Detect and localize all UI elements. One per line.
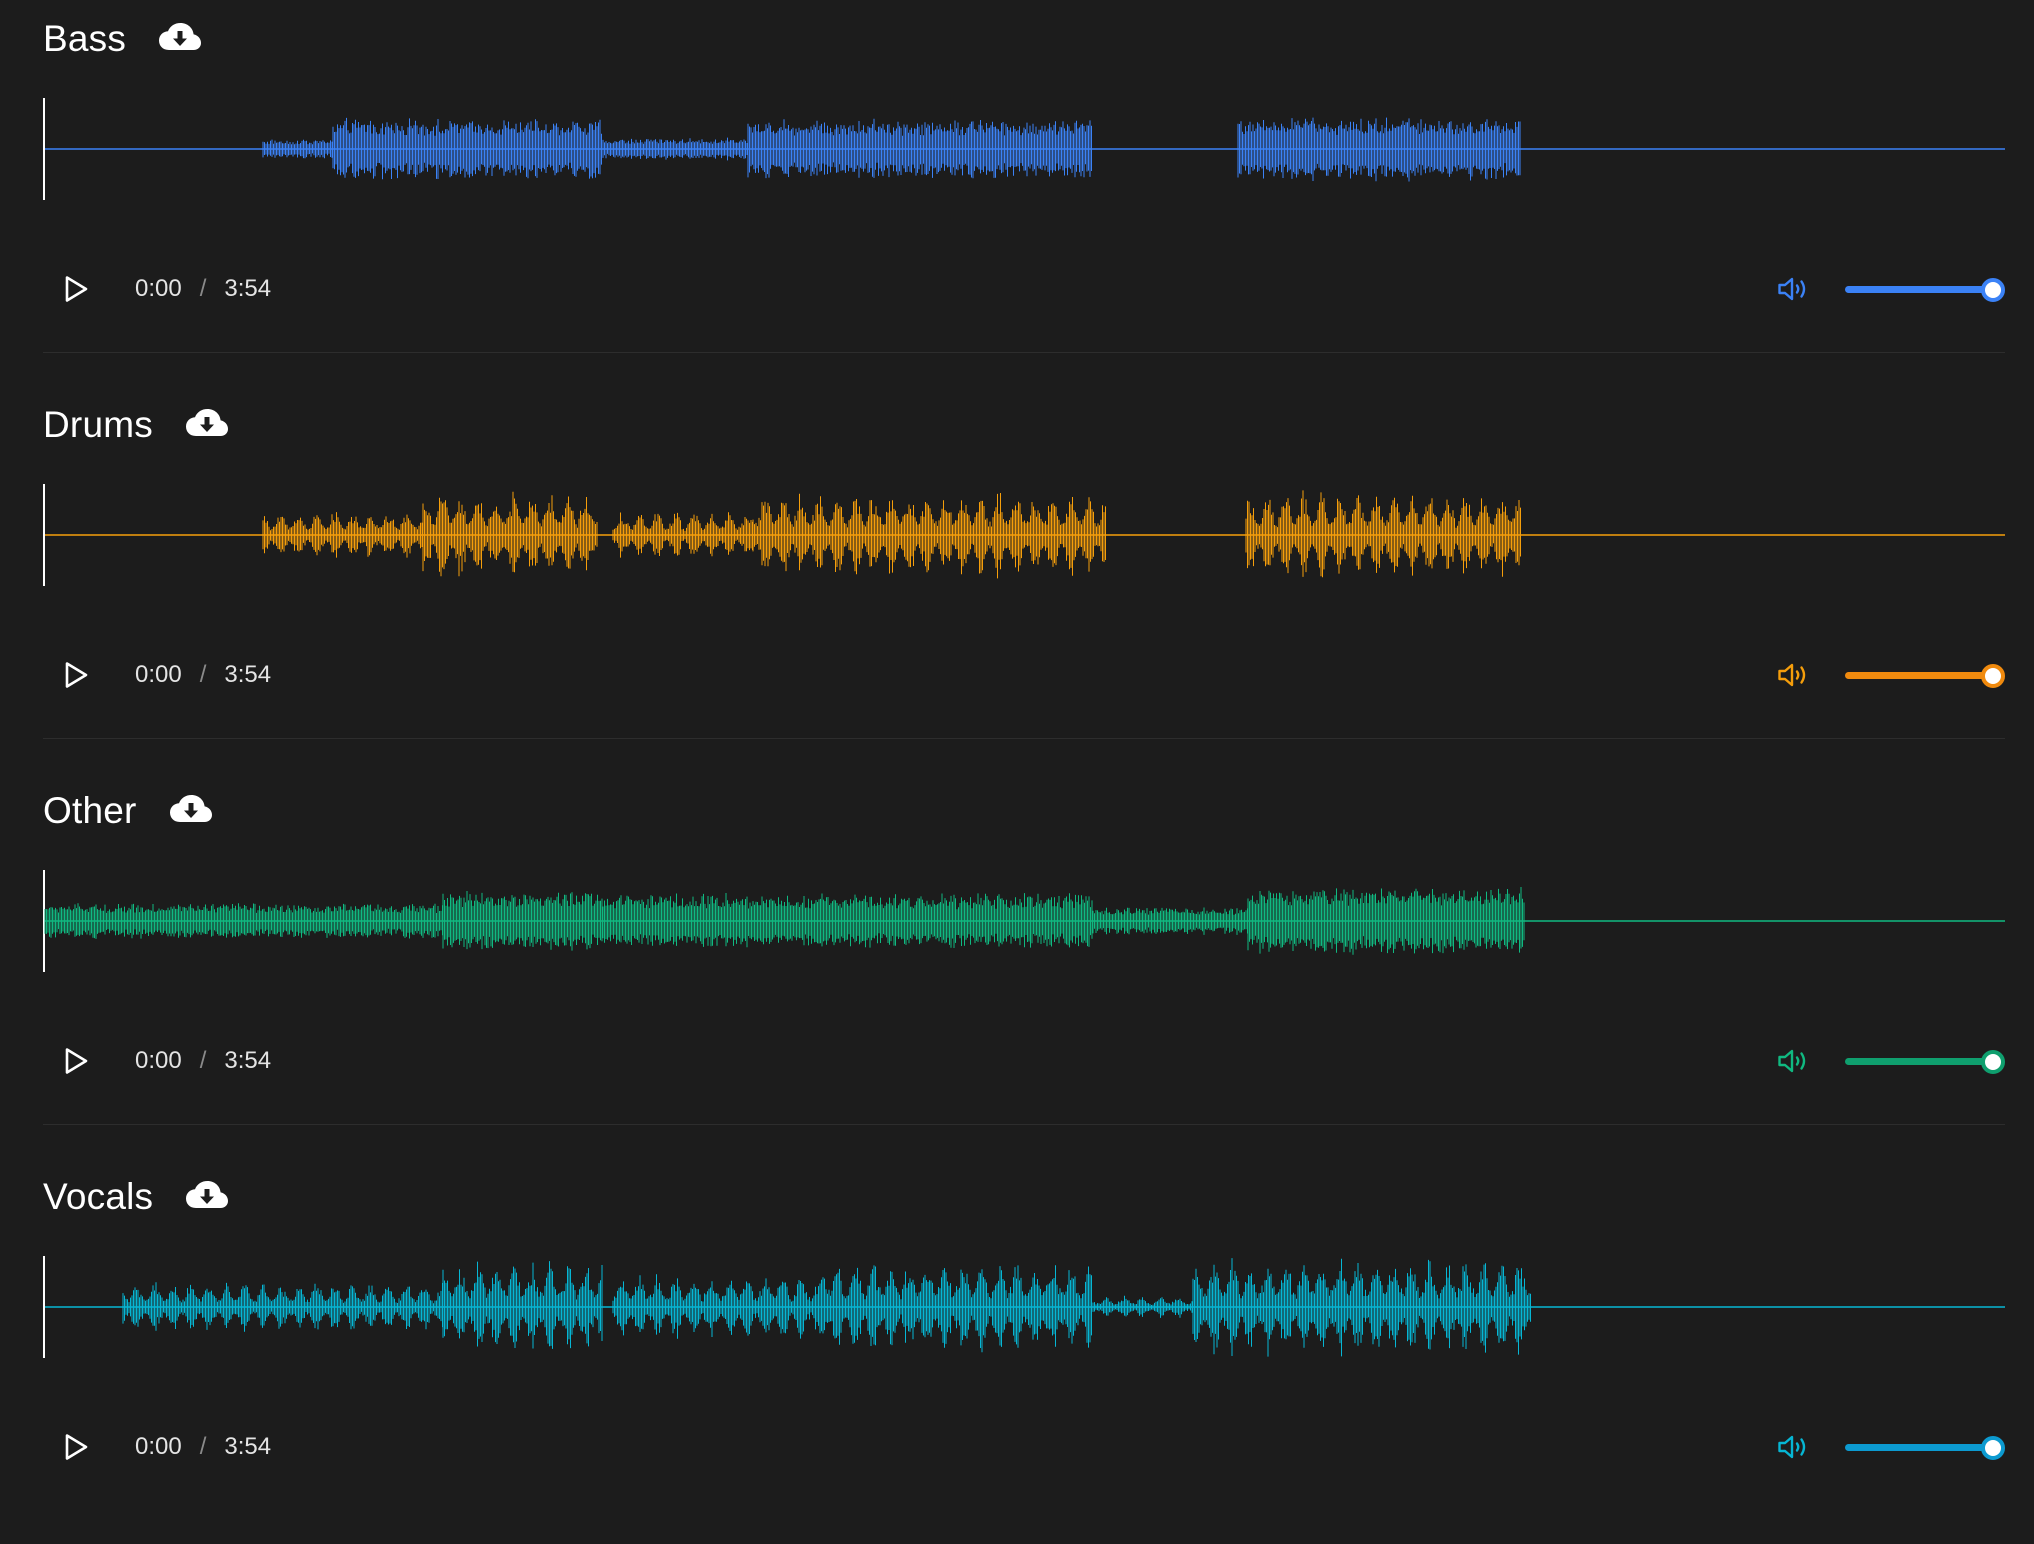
cloud-download-icon: [159, 23, 202, 50]
player-controls: 0:00 / 3:54: [43, 650, 2005, 700]
track-title: Vocals: [43, 1175, 154, 1217]
play-button[interactable]: [54, 653, 98, 697]
track-drums: Drums 0:00 / 3:54: [43, 352, 2005, 772]
playback-time: 0:00 / 3:54: [135, 1433, 271, 1461]
current-time: 0:00: [135, 661, 182, 688]
waveform[interactable]: [43, 96, 2005, 202]
track-bass: Bass 0:00 / 3:54: [43, 0, 2005, 386]
download-button[interactable]: [158, 20, 202, 56]
player-controls: 0:00 / 3:54: [43, 1036, 2005, 1086]
speaker-volume-icon: [1778, 1435, 1806, 1459]
volume-control: [1773, 1036, 2005, 1086]
play-icon: [65, 1048, 88, 1074]
play-button[interactable]: [54, 1425, 98, 1469]
volume-slider-thumb[interactable]: [1981, 664, 2005, 688]
volume-slider-fill: [1845, 286, 1993, 293]
volume-slider[interactable]: [1845, 1435, 2005, 1460]
current-time: 0:00: [135, 1047, 182, 1074]
volume-slider-thumb[interactable]: [1981, 1050, 2005, 1074]
time-separator: /: [199, 275, 207, 302]
track-title: Drums: [43, 403, 153, 445]
cloud-download-icon: [185, 409, 228, 436]
volume-control: [1773, 1422, 2005, 1472]
mute-button[interactable]: [1773, 1041, 1813, 1081]
track-header: Drums: [43, 398, 229, 450]
play-icon: [65, 662, 88, 688]
waveform-graphic: [43, 98, 2005, 200]
volume-slider-fill: [1845, 1444, 1993, 1451]
speaker-volume-icon: [1778, 663, 1806, 687]
volume-slider[interactable]: [1845, 1049, 2005, 1074]
current-time: 0:00: [135, 1433, 182, 1460]
mute-button[interactable]: [1773, 269, 1813, 309]
cloud-download-icon: [169, 795, 212, 822]
track-title: Bass: [43, 17, 127, 59]
stem-track-list: Bass 0:00 / 3:54 Drums 0:00 / 3:54 Other…: [43, 0, 2005, 1544]
track-header: Vocals: [43, 1170, 229, 1222]
duration: 3:54: [224, 275, 272, 302]
volume-slider-fill: [1845, 672, 1993, 679]
waveform-graphic: [43, 870, 2005, 972]
time-separator: /: [199, 1047, 207, 1074]
player-controls: 0:00 / 3:54: [43, 264, 2005, 314]
track-title: Other: [43, 789, 137, 831]
waveform[interactable]: [43, 868, 2005, 974]
play-icon: [65, 276, 88, 302]
waveform[interactable]: [43, 1254, 2005, 1360]
track-other: Other 0:00 / 3:54: [43, 738, 2005, 1158]
time-separator: /: [199, 661, 207, 688]
time-separator: /: [199, 1433, 207, 1460]
volume-slider-thumb[interactable]: [1981, 1436, 2005, 1460]
track-header: Other: [43, 784, 213, 836]
volume-slider-thumb[interactable]: [1981, 278, 2005, 302]
duration: 3:54: [224, 661, 272, 688]
play-button[interactable]: [54, 1039, 98, 1083]
speaker-volume-icon: [1778, 1049, 1806, 1073]
mute-button[interactable]: [1773, 1427, 1813, 1467]
speaker-volume-icon: [1778, 277, 1806, 301]
download-button[interactable]: [185, 406, 229, 442]
waveform-graphic: [43, 1256, 2005, 1358]
duration: 3:54: [224, 1047, 272, 1074]
playback-time: 0:00 / 3:54: [135, 661, 271, 689]
download-button[interactable]: [185, 1178, 229, 1214]
mute-button[interactable]: [1773, 655, 1813, 695]
waveform[interactable]: [43, 482, 2005, 588]
playback-time: 0:00 / 3:54: [135, 275, 271, 303]
cloud-download-icon: [186, 1181, 229, 1208]
volume-control: [1773, 264, 2005, 314]
duration: 3:54: [224, 1433, 272, 1460]
track-vocals: Vocals 0:00 / 3:54: [43, 1124, 2005, 1544]
playback-time: 0:00 / 3:54: [135, 1047, 271, 1075]
volume-slider-fill: [1845, 1058, 1993, 1065]
volume-slider[interactable]: [1845, 277, 2005, 302]
track-header: Bass: [43, 12, 202, 64]
player-controls: 0:00 / 3:54: [43, 1422, 2005, 1472]
waveform-graphic: [43, 484, 2005, 586]
volume-slider[interactable]: [1845, 663, 2005, 688]
volume-control: [1773, 650, 2005, 700]
current-time: 0:00: [135, 275, 182, 302]
play-icon: [65, 1434, 88, 1460]
download-button[interactable]: [169, 792, 213, 828]
play-button[interactable]: [54, 267, 98, 311]
